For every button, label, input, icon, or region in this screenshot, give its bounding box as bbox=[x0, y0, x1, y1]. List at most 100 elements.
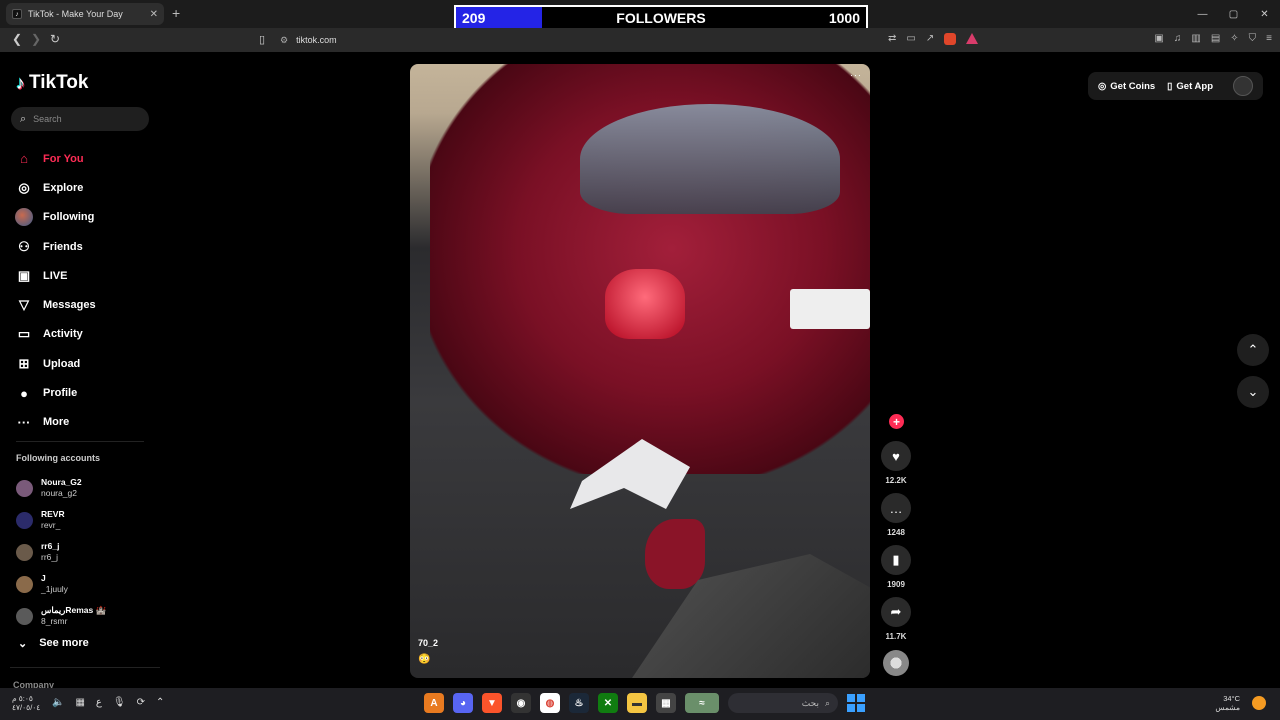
car-taillight bbox=[605, 269, 685, 339]
maximize-button[interactable]: ▢ bbox=[1218, 0, 1249, 28]
sidebar-item-following[interactable]: Following bbox=[15, 203, 96, 232]
video-username[interactable]: 70_2 bbox=[418, 638, 438, 648]
sidebar-item-friends[interactable]: ⚇ Friends bbox=[15, 232, 96, 261]
share-arrow-icon: ➦ bbox=[881, 597, 911, 627]
chrome-app-icon[interactable]: ◍ bbox=[540, 693, 560, 713]
window-controls: — ▢ ✕ bbox=[1187, 0, 1280, 28]
save-button[interactable]: ▮ 1909 bbox=[880, 545, 912, 589]
widget-icon[interactable]: ≈ bbox=[685, 693, 719, 713]
account-avatar bbox=[16, 543, 33, 561]
following-account-item[interactable]: J _1juuly bbox=[16, 568, 106, 600]
sidebar-item-explore[interactable]: ◎ Explore bbox=[15, 173, 96, 202]
brave-app-icon[interactable]: ▼ bbox=[482, 693, 502, 713]
obs-app-icon[interactable]: ◉ bbox=[511, 693, 531, 713]
media-icon[interactable]: ♫ bbox=[1174, 33, 1182, 44]
weather-widget[interactable]: 34°C مشمس bbox=[1215, 694, 1240, 712]
menu-icon[interactable]: ≡ bbox=[1266, 33, 1272, 44]
sidebar-item-for-you[interactable]: ⌂ For You bbox=[15, 144, 96, 173]
get-coins-label: Get Coins bbox=[1110, 80, 1156, 92]
account-name: J bbox=[41, 573, 46, 583]
sidebar-item-upload[interactable]: ⊞ Upload bbox=[15, 349, 96, 378]
screenshot-icon[interactable]: ▣ bbox=[1154, 33, 1163, 44]
close-window-button[interactable]: ✕ bbox=[1249, 0, 1280, 28]
wallet-icon[interactable]: ▤ bbox=[1211, 33, 1220, 44]
see-more-button[interactable]: ⌄ See more bbox=[18, 637, 89, 650]
reload-icon[interactable]: ↻ bbox=[50, 32, 60, 46]
sidebar-item-activity[interactable]: ▭ Activity bbox=[15, 320, 96, 349]
video-player[interactable]: ··· 70_2 😳 bbox=[410, 64, 870, 678]
profile-avatar: ● bbox=[20, 385, 28, 401]
share-icon[interactable]: ↗ bbox=[926, 33, 934, 45]
sidebar-item-profile[interactable]: ● Profile bbox=[15, 378, 96, 407]
sidebar-item-more[interactable]: ··· More bbox=[15, 408, 96, 437]
road-debris bbox=[628, 554, 870, 678]
sync-icon[interactable]: ⟳ bbox=[137, 697, 145, 708]
get-coins-button[interactable]: ◎ Get Coins bbox=[1098, 81, 1155, 92]
file-explorer-icon[interactable]: ▬ bbox=[627, 693, 647, 713]
tiktok-logo[interactable]: ♪ TikTok bbox=[16, 72, 88, 94]
search-icon: ⌕ bbox=[20, 112, 27, 125]
previous-video-button[interactable]: ⌃ bbox=[1237, 334, 1269, 366]
sidebar-item-label: Upload bbox=[43, 357, 81, 370]
sidebar-item-messages[interactable]: ▽ Messages bbox=[15, 290, 96, 319]
taskbar-search[interactable]: بحث ⌕ bbox=[728, 693, 838, 713]
bookmark-icon[interactable]: ▯ bbox=[259, 33, 265, 46]
start-button-icon[interactable] bbox=[847, 694, 865, 712]
account-names: J _1juuly bbox=[41, 573, 68, 595]
next-video-button[interactable]: ⌄ bbox=[1237, 376, 1269, 408]
video-more-icon[interactable]: ··· bbox=[850, 70, 862, 80]
browser-tab[interactable]: ♪ TikTok - Make Your Day ✕ bbox=[6, 3, 164, 25]
new-tab-button[interactable]: + bbox=[172, 5, 180, 21]
xbox-app-icon[interactable]: ✕ bbox=[598, 693, 618, 713]
tab-close-icon[interactable]: ✕ bbox=[150, 9, 158, 20]
sidebar-toggle-icon[interactable]: ▥ bbox=[1191, 33, 1200, 44]
vpn-icon[interactable]: ⛉ bbox=[1249, 33, 1257, 44]
discord-app-icon[interactable]: ◕ bbox=[453, 693, 473, 713]
cast-icon[interactable]: ▭ bbox=[906, 33, 915, 45]
minimize-button[interactable]: — bbox=[1187, 0, 1218, 28]
like-button[interactable]: ♥ 12.2K bbox=[880, 441, 912, 485]
sidebar-nav: ⌂ For You ◎ Explore Following ⚇ Friends ▣ LIVE ▽ M… bbox=[15, 144, 96, 437]
more-icon: ··· bbox=[17, 414, 31, 430]
account-handle: revr_ bbox=[41, 520, 61, 530]
office-app-icon[interactable]: A bbox=[424, 693, 444, 713]
clock[interactable]: ٥:٠٥ م ٤٧/٠٥/٠٤ bbox=[12, 694, 40, 712]
following-account-item[interactable]: Noura_G2 noura_g2 bbox=[16, 472, 106, 504]
search-input[interactable]: ⌕ Search bbox=[11, 107, 149, 131]
tray-chevron-icon[interactable]: ⌃ bbox=[156, 697, 164, 708]
follow-button[interactable]: + bbox=[889, 414, 904, 429]
mic-icon[interactable]: 🎙 bbox=[113, 697, 126, 708]
leo-icon[interactable]: ✧ bbox=[1230, 33, 1238, 44]
taskbar-apps: A ◕ ▼ ◉ ◍ ♨ ✕ ▬ ▦ ≈ بحث ⌕ bbox=[424, 693, 865, 713]
user-avatar[interactable] bbox=[1233, 76, 1253, 96]
language-icon[interactable]: ع bbox=[96, 697, 102, 708]
speaker-icon[interactable]: 🔈 bbox=[52, 697, 64, 708]
sidebar-item-live[interactable]: ▣ LIVE bbox=[15, 261, 96, 290]
steam-app-icon[interactable]: ♨ bbox=[569, 693, 589, 713]
translate-icon[interactable]: ⇄ bbox=[888, 33, 896, 45]
following-account-item[interactable]: rr6_j rr6_j bbox=[16, 536, 106, 568]
brave-rewards-icon[interactable] bbox=[966, 33, 979, 44]
upload-icon: ⊞ bbox=[18, 355, 30, 371]
following-account-item[interactable]: REVR revr_ bbox=[16, 504, 106, 536]
sun-icon bbox=[1252, 696, 1266, 710]
store-app-icon[interactable]: ▦ bbox=[656, 693, 676, 713]
network-icon[interactable]: ▦ bbox=[75, 697, 84, 708]
share-button[interactable]: ➦ 11.7K bbox=[880, 597, 912, 641]
address-actions: ⇄ ▭ ↗ bbox=[888, 33, 979, 45]
comment-button[interactable]: … 1248 bbox=[880, 493, 912, 537]
site-info-icon[interactable]: ⚙ bbox=[280, 35, 288, 46]
top-right-actions: ◎ Get Coins ▯ Get App bbox=[1088, 72, 1263, 100]
music-disc-icon[interactable] bbox=[883, 650, 909, 676]
following-account-item[interactable]: ريماسRemas 🏰 8_rsmr bbox=[16, 600, 106, 632]
get-app-button[interactable]: ▯ Get App bbox=[1167, 81, 1213, 92]
chevron-up-icon: ⌃ bbox=[1247, 342, 1259, 357]
system-tray: 🔈 ▦ ع 🎙 ⟳ ⌃ bbox=[52, 697, 164, 708]
brave-shield-icon[interactable] bbox=[944, 33, 957, 45]
account-handle: 8_rsmr bbox=[41, 616, 68, 626]
back-icon[interactable]: ❮ bbox=[12, 32, 22, 46]
forward-icon[interactable]: ❯ bbox=[31, 32, 41, 46]
following-accounts-list: Noura_G2 noura_g2 REVR revr_ rr6_j rr6_j J _1ju… bbox=[16, 472, 106, 632]
sidebar-item-label: Activity bbox=[43, 328, 83, 341]
account-avatar bbox=[16, 575, 33, 593]
